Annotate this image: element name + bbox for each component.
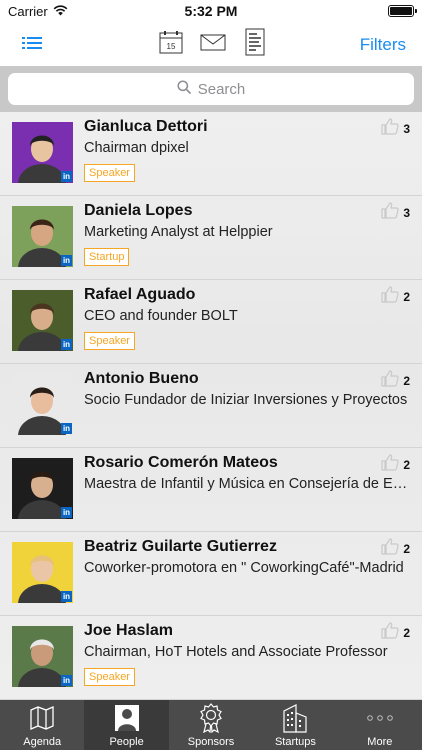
person-row[interactable]: in Rosario Comerón Mateos Maestra de Infan…	[0, 448, 422, 532]
person-title: CEO and founder BOLT	[84, 308, 238, 324]
like-count: 2	[403, 458, 410, 472]
person-name: Antonio Bueno	[84, 370, 199, 387]
avatar: in	[12, 290, 73, 351]
thumbs-up-icon	[381, 622, 399, 644]
person-name: Joe Haslam	[84, 622, 173, 639]
tab-people-label: People	[109, 736, 144, 748]
person-name: Daniela Lopes	[84, 202, 193, 219]
person-row[interactable]: in Rafael Aguado CEO and founder BOLT Speak…	[0, 280, 422, 364]
search-icon	[177, 80, 191, 98]
tab-startups[interactable]: Startups	[253, 700, 337, 750]
like-button[interactable]: 2	[381, 454, 410, 476]
battery-icon	[388, 5, 417, 17]
avatar: in	[12, 542, 73, 603]
like-button[interactable]: 3	[381, 118, 410, 140]
rosette-icon	[198, 702, 224, 734]
person-title: Coworker-promotora en " CoworkingCafé"-M…	[84, 560, 404, 576]
carrier-label: Carrier	[8, 3, 48, 19]
building-icon	[280, 702, 310, 734]
role-badge: Speaker	[84, 332, 135, 350]
person-title: Marketing Analyst at Helppier	[84, 224, 273, 240]
tab-agenda[interactable]: Agenda	[0, 700, 84, 750]
person-title: Chairman dpixel	[84, 140, 189, 156]
person-title: Maestra de Infantil y Música en Consejer…	[84, 476, 410, 492]
calendar-day: 15	[167, 42, 176, 51]
filters-button[interactable]: Filters	[360, 35, 406, 55]
more-dots-icon	[366, 702, 394, 734]
tab-people[interactable]: People	[84, 700, 169, 750]
linkedin-icon[interactable]: in	[61, 591, 72, 602]
like-button[interactable]: 2	[381, 370, 410, 392]
role-badge: Startup	[84, 248, 130, 266]
tab-sponsors[interactable]: Sponsors	[169, 700, 253, 750]
tab-more-label: More	[367, 736, 393, 748]
person-title: Socio Fundador de Iniziar Inversiones y …	[84, 392, 408, 408]
like-count: 3	[403, 122, 410, 136]
like-button[interactable]: 3	[381, 202, 410, 224]
linkedin-icon[interactable]: in	[61, 171, 72, 182]
role-badge: Speaker	[84, 668, 135, 686]
people-list: in Gianluca Dettori Chairman dpixel Speaker…	[0, 112, 422, 700]
person-row[interactable]: in Gianluca Dettori Chairman dpixel Speaker…	[0, 112, 422, 196]
view-switcher: 15	[157, 28, 269, 56]
person-row[interactable]: in Daniela Lopes Marketing Analyst at Help…	[0, 196, 422, 280]
envelope-icon[interactable]	[199, 28, 227, 56]
search-bar: Search	[0, 66, 422, 112]
linkedin-icon[interactable]: in	[61, 339, 72, 350]
person-title: Chairman, HoT Hotels and Associate Profe…	[84, 644, 388, 660]
avatar: in	[12, 374, 73, 435]
linkedin-icon[interactable]: in	[61, 255, 72, 266]
linkedin-icon[interactable]: in	[61, 507, 72, 518]
avatar: in	[12, 626, 73, 687]
avatar: in	[12, 458, 73, 519]
person-row[interactable]: in Antonio Bueno Socio Fundador de Iniziar…	[0, 364, 422, 448]
role-badge: Speaker	[84, 164, 135, 182]
like-count: 2	[403, 290, 410, 304]
person-row[interactable]: in Joe Haslam Chairman, HoT Hotels and Ass…	[0, 616, 422, 700]
clock: 5:32 PM	[184, 3, 238, 19]
status-right	[274, 5, 417, 17]
tab-more[interactable]: More	[338, 700, 422, 750]
calendar-icon[interactable]: 15	[157, 28, 185, 56]
thumbs-up-icon	[381, 538, 399, 560]
wifi-icon	[53, 4, 68, 19]
like-button[interactable]: 2	[381, 286, 410, 308]
thumbs-up-icon	[381, 286, 399, 308]
linkedin-icon[interactable]: in	[61, 423, 72, 434]
list-menu-icon[interactable]	[22, 34, 42, 52]
like-count: 2	[403, 626, 410, 640]
like-count: 2	[403, 374, 410, 388]
search-input[interactable]: Search	[8, 73, 414, 105]
tab-sponsors-label: Sponsors	[187, 736, 235, 748]
document-icon[interactable]	[241, 28, 269, 56]
tab-agenda-label: Agenda	[23, 736, 62, 748]
search-placeholder: Search	[197, 80, 246, 98]
person-icon	[114, 702, 140, 734]
person-row[interactable]: in Beatriz Guilarte Gutierrez Coworker-pro…	[0, 532, 422, 616]
status-left: Carrier	[8, 4, 148, 19]
map-icon	[29, 702, 55, 734]
linkedin-icon[interactable]: in	[61, 675, 72, 686]
tab-bar: Agenda People Sponsors Startups More	[0, 700, 422, 750]
like-button[interactable]: 2	[381, 622, 410, 644]
avatar: in	[12, 206, 73, 267]
like-count: 2	[403, 542, 410, 556]
person-name: Rosario Comerón Mateos	[84, 454, 278, 471]
person-name: Beatriz Guilarte Gutierrez	[84, 538, 277, 555]
person-name: Gianluca Dettori	[84, 118, 208, 135]
like-button[interactable]: 2	[381, 538, 410, 560]
thumbs-up-icon	[381, 370, 399, 392]
nav-bar: 15 Filters	[0, 22, 422, 66]
person-name: Rafael Aguado	[84, 286, 196, 303]
tab-startups-label: Startups	[274, 736, 316, 748]
thumbs-up-icon	[381, 118, 399, 140]
thumbs-up-icon	[381, 202, 399, 224]
thumbs-up-icon	[381, 454, 399, 476]
status-bar: Carrier 5:32 PM	[0, 0, 422, 22]
like-count: 3	[403, 206, 410, 220]
avatar: in	[12, 122, 73, 183]
